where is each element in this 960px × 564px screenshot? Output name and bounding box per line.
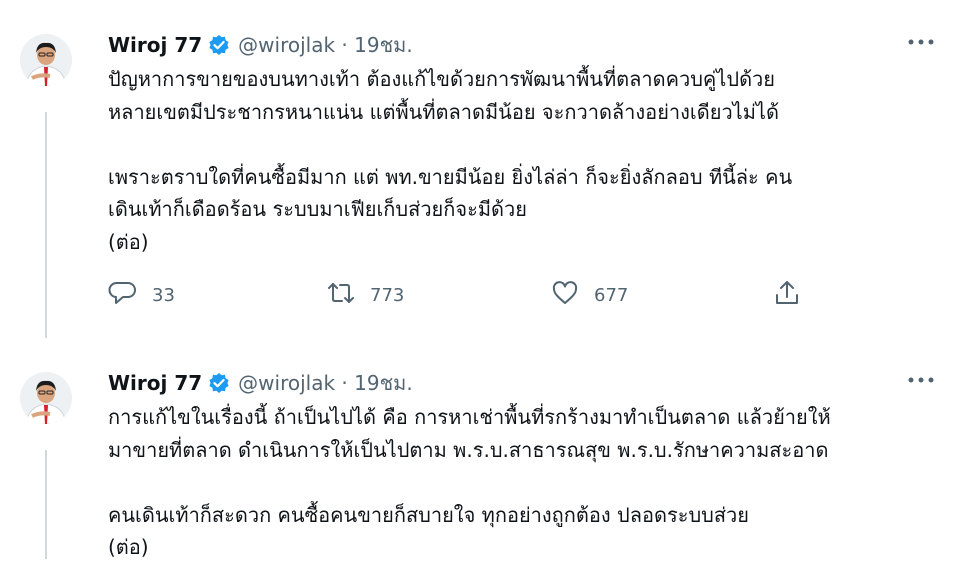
tweet-line: คนเดินเท้าก็สะดวก คนซื้อคนขายก็สบายใจ ทุ… bbox=[108, 502, 749, 527]
reply-count: 33 bbox=[152, 284, 175, 306]
tweet-header: Wiroj 77 @wirojlak · 19ชม. bbox=[108, 30, 413, 60]
tweet-line: เพราะตราบใดที่คนซื้อมีมาก แต่ พท.ขายมีน้… bbox=[108, 164, 793, 189]
tweet-header: Wiroj 77 @wirojlak · 19ชม. bbox=[108, 368, 413, 398]
share-icon bbox=[772, 278, 802, 312]
reply-icon bbox=[108, 278, 138, 312]
handle-and-time[interactable]: @wirojlak · 19ชม. bbox=[238, 367, 413, 399]
retweet-count: 773 bbox=[370, 284, 405, 306]
more-options-icon[interactable] bbox=[906, 30, 936, 54]
tweet-line: ปัญหาการขายของบนทางเท้า ต้องแก้ไขด้วยการ… bbox=[108, 67, 776, 91]
share-button[interactable] bbox=[772, 280, 802, 310]
tweet-line: การแก้ไขในเรื่องนี้ ถ้าเป็นไปได้ คือ การ… bbox=[108, 405, 831, 429]
retweet-button[interactable]: 773 bbox=[326, 280, 404, 310]
tweet-line bbox=[108, 128, 948, 161]
reply-button[interactable]: 33 bbox=[108, 280, 175, 310]
tweet-line: หลายเขตมีประชากรหนาแน่น แต่พื้นที่ตลาดมี… bbox=[108, 99, 779, 124]
tweet-actions: 33 773 677 bbox=[108, 280, 828, 310]
tweet-text: ปัญหาการขายของบนทางเท้า ต้องแก้ไขด้วยการ… bbox=[108, 63, 948, 258]
tweet-line: (ต่อ) bbox=[108, 229, 149, 254]
tweet-text: การแก้ไขในเรื่องนี้ ถ้าเป็นไปได้ คือ การ… bbox=[108, 401, 948, 564]
tweet[interactable]: Wiroj 77 @wirojlak · 19ชม. การแก้ไขในเรื… bbox=[0, 338, 960, 559]
handle-and-time[interactable]: @wirojlak · 19ชม. bbox=[238, 29, 413, 61]
author-name[interactable]: Wiroj 77 bbox=[108, 33, 202, 57]
heart-icon bbox=[550, 278, 580, 312]
tweet[interactable]: Wiroj 77 @wirojlak · 19ชม. ปัญหาการขายขอ… bbox=[0, 0, 960, 338]
avatar[interactable] bbox=[20, 372, 72, 424]
like-button[interactable]: 677 bbox=[550, 280, 628, 310]
author-name[interactable]: Wiroj 77 bbox=[108, 371, 202, 395]
like-count: 677 bbox=[594, 284, 629, 306]
more-options-icon[interactable] bbox=[906, 368, 936, 392]
tweet-line: มาขายที่ตลาด ดำเนินการให้เป็นไปตาม พ.ร.บ… bbox=[108, 437, 829, 462]
verified-badge-icon bbox=[208, 34, 230, 56]
tweet-line bbox=[108, 466, 948, 499]
thread-line bbox=[45, 112, 47, 338]
tweet-line: เดินเท้าก็เดือดร้อน ระบบมาเฟียเก็บส่วยก็… bbox=[108, 197, 527, 221]
avatar[interactable] bbox=[20, 34, 72, 86]
retweet-icon bbox=[326, 278, 356, 312]
thread-line bbox=[45, 450, 47, 559]
verified-badge-icon bbox=[208, 372, 230, 394]
